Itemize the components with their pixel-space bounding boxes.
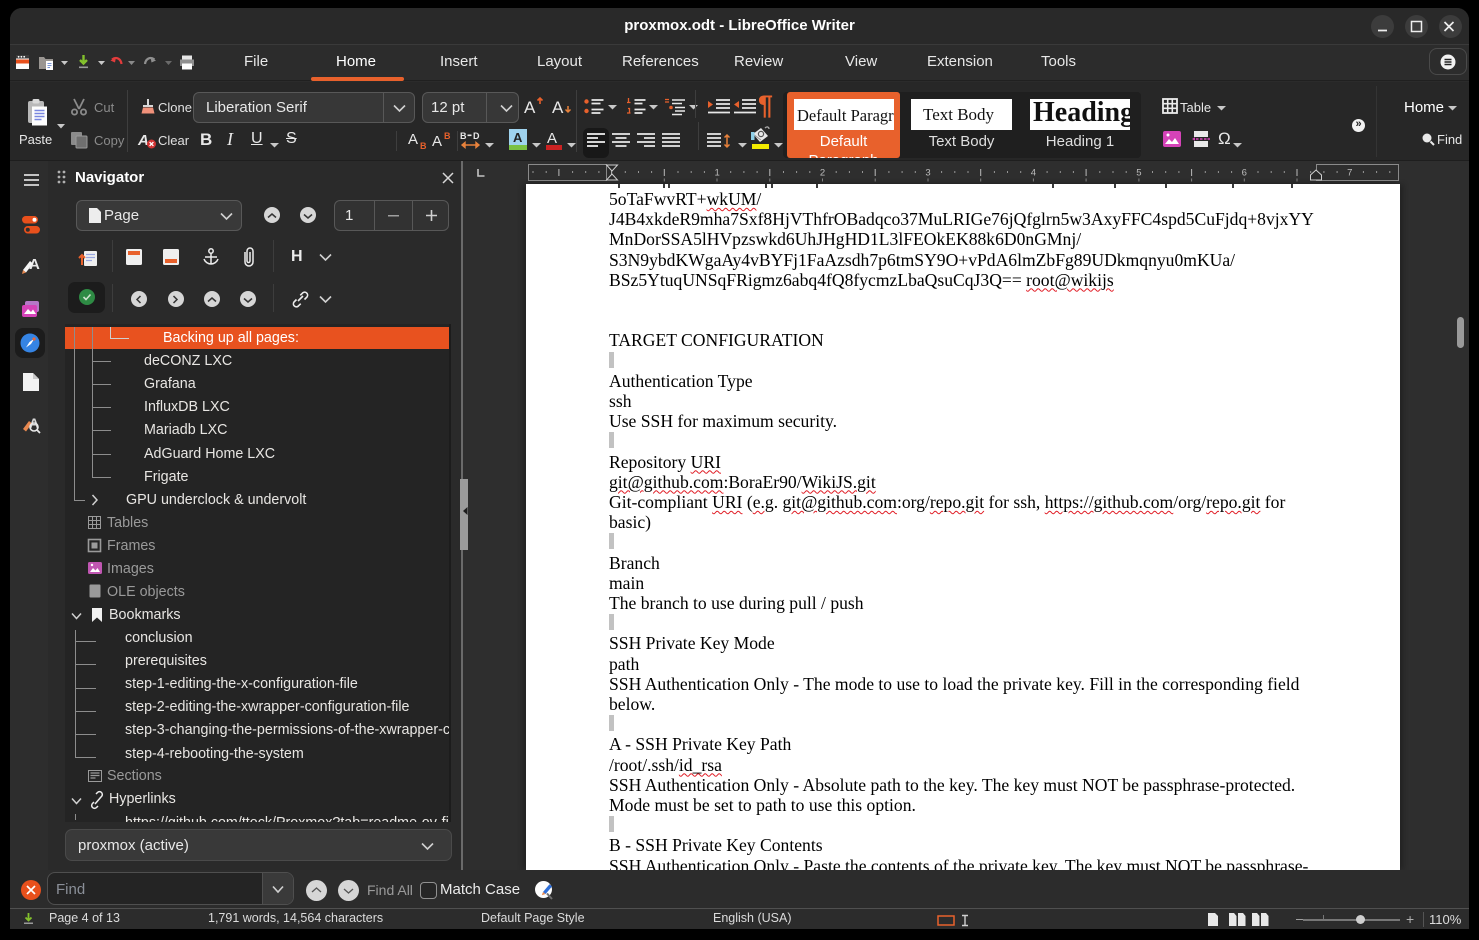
svg-text:4: 4	[1031, 168, 1036, 179]
svg-text:A: A	[432, 133, 442, 150]
svg-text:7: 7	[1347, 168, 1352, 179]
svg-text:6: 6	[1242, 168, 1247, 179]
svg-text:A: A	[547, 130, 557, 147]
svg-text:1: 1	[714, 168, 719, 179]
svg-text:A: A	[513, 130, 523, 145]
svg-text:A: A	[524, 98, 536, 117]
svg-text:A: A	[137, 132, 149, 149]
svg-text:D: D	[473, 131, 480, 141]
svg-text:B: B	[420, 141, 427, 151]
svg-text:A: A	[552, 98, 564, 117]
svg-text:5: 5	[1136, 168, 1141, 179]
svg-text:B: B	[460, 131, 467, 141]
svg-text:3: 3	[925, 168, 930, 179]
svg-text:B: B	[444, 131, 451, 141]
svg-text:A: A	[408, 131, 418, 148]
svg-text:2: 2	[820, 168, 825, 179]
